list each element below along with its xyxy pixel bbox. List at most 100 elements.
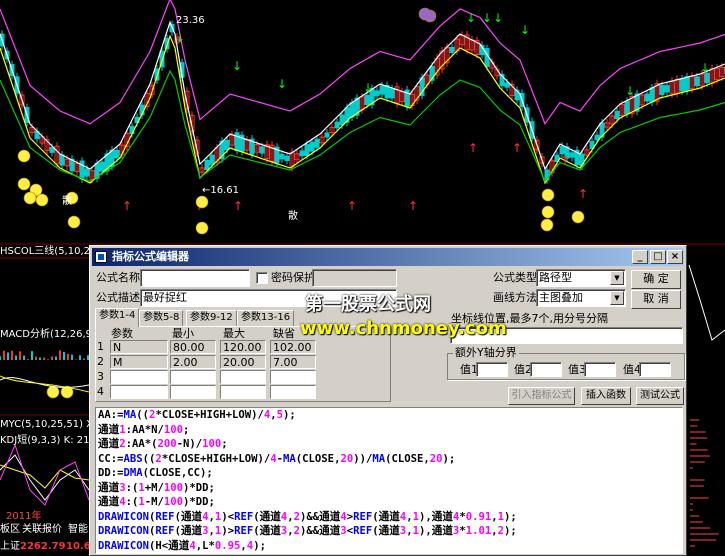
bottom-tab-bar: 板区 关联报价 智能 (0, 523, 92, 538)
candle-body (659, 85, 665, 95)
candle-body (304, 144, 310, 156)
formula-name-label: 公式名称 (96, 271, 140, 284)
kdj-j-line (0, 443, 90, 506)
param-row-index: 3 (97, 370, 104, 383)
sell-arrow-icon: ↓ (482, 11, 492, 25)
formula-type-select[interactable]: 路径型 ▼ (536, 269, 626, 287)
sell-arrow-icon: ↓ (520, 23, 530, 37)
candle-body (649, 87, 655, 103)
param-name-field[interactable] (110, 370, 168, 384)
candle-body (99, 161, 105, 172)
smiley-icon (17, 149, 31, 163)
candle-body (84, 168, 90, 177)
candle-body (364, 94, 370, 106)
test-formula-button[interactable]: 测试公式 (636, 387, 684, 405)
candle-body (449, 46, 455, 54)
sell-arrow-icon: ↓ (232, 59, 242, 73)
code-line: DRAWICON(H<通道4&&通道2<通道4,L*0.9,5); (96, 553, 682, 554)
code-line: CC:=ABS((2*CLOSE+HIGH+LOW)/4-MA(CLOSE,20… (98, 452, 456, 465)
sell-arrow-icon: ↓ (493, 11, 503, 25)
code-line: AA:=MA((2*CLOSE+HIGH+LOW)/4,5); (98, 409, 296, 421)
maximize-icon[interactable]: □ (650, 250, 666, 264)
param-max-field[interactable] (220, 370, 266, 384)
candle-body (644, 93, 650, 102)
sell-arrow-icon: ↓ (277, 77, 287, 91)
smiley-icon (541, 205, 555, 219)
param-header-min: 最小 (172, 327, 194, 340)
param-min-field[interactable]: 80.00 (170, 340, 216, 354)
param-name-field[interactable] (110, 385, 168, 399)
close-icon[interactable]: × (667, 250, 683, 264)
code-line: DD:=DMA(CLOSE,CC); (98, 467, 213, 479)
extra-y-value-input[interactable] (530, 362, 562, 377)
param-min-field[interactable]: 2.00 (170, 355, 216, 369)
insert-function-button[interactable]: 插入函数 (581, 387, 631, 405)
tab-params-9-12[interactable]: 参数9-12 (186, 310, 237, 326)
sell-marker-text: 散 (62, 196, 72, 207)
middle-line (0, 20, 725, 171)
index-value: 2262.79 (20, 541, 66, 552)
myc-indicator-label: MYC(5,10,25,51) X1 (0, 419, 100, 430)
param-default-field[interactable] (270, 385, 316, 399)
password-checkbox[interactable] (256, 272, 268, 284)
import-formula-button[interactable]: 引入指标公式 (508, 387, 575, 405)
app-icon (95, 251, 107, 263)
smiley-icon (35, 193, 49, 207)
tab-params-5-8[interactable]: 参数5-8 (139, 310, 184, 326)
param-row-index: 4 (97, 385, 104, 398)
dialog-title: 指标公式编辑器 (112, 250, 189, 263)
param-default-field[interactable] (270, 370, 316, 384)
param-max-field[interactable] (220, 385, 266, 399)
sell-arrow-icon: ↓ (700, 61, 710, 75)
bottom-tab[interactable]: 智能 (68, 524, 88, 536)
param-row-index: 2 (97, 355, 104, 368)
candle-body (694, 76, 700, 87)
tab-params-1-4[interactable]: 参数1-4 (95, 308, 140, 327)
cancel-button[interactable]: 取 消 (631, 290, 681, 309)
smiley-icon (195, 221, 209, 235)
candle-body (224, 139, 230, 151)
bottom-tab[interactable]: 板区 (0, 524, 20, 536)
extra-y-value-input[interactable] (476, 362, 508, 377)
buy-arrow-icon: ↑ (512, 141, 522, 155)
tab-params-13-16[interactable]: 参数13-16 (237, 310, 295, 326)
param-min-field[interactable] (170, 370, 216, 384)
candle-body (679, 78, 685, 92)
formula-name-input[interactable]: CS 自制 (140, 269, 250, 287)
candle-body (284, 155, 290, 161)
candle-body (59, 154, 65, 166)
extra-y-group-label: 额外Y轴分界 (453, 346, 519, 360)
index-quote: 上证 2262.79 10.63 (0, 540, 98, 556)
candle-body (504, 82, 510, 88)
candle-body (684, 76, 690, 92)
param-name-field[interactable]: N (110, 340, 168, 354)
minimize-icon[interactable]: _ (632, 250, 648, 264)
candle-body (314, 138, 320, 148)
param-default-field[interactable]: 102.00 (270, 340, 316, 354)
buy-arrow-icon: ↑ (347, 199, 357, 213)
buy-arrow-icon: ↑ (233, 199, 243, 213)
bottom-tab[interactable]: 关联报价 (22, 524, 62, 536)
smiley-icon (418, 7, 432, 21)
candle-body (309, 141, 315, 152)
sell-marker-text: 散 (288, 211, 298, 222)
smiley-icon (541, 188, 555, 202)
param-min-field[interactable] (170, 385, 216, 399)
candle-body (594, 134, 600, 141)
formula-code-editor[interactable]: AA:=MA((2*CLOSE+HIGH+LOW)/4,5); 通道1:AA*N/… (95, 407, 683, 554)
param-default-field[interactable]: 7.00 (270, 355, 316, 369)
param-max-field[interactable]: 120.00 (220, 340, 266, 354)
extra-y-value-input[interactable] (584, 362, 616, 377)
buy-arrow-icon: ↑ (560, 153, 570, 167)
main-indicator-label: HSCOL三线(5,10,25) (0, 246, 101, 257)
dialog-titlebar[interactable]: 指标公式编辑器 _ □ × (92, 248, 684, 266)
draw-method-select[interactable]: 主图叠加 ▼ (536, 289, 626, 307)
param-max-field[interactable]: 20.00 (220, 355, 266, 369)
candle-body (379, 85, 385, 95)
chevron-down-icon[interactable]: ▼ (610, 271, 624, 285)
param-name-field[interactable]: M (110, 355, 168, 369)
confirm-button[interactable]: 确 定 (631, 270, 681, 289)
candle-body (334, 121, 340, 129)
chevron-down-icon[interactable]: ▼ (610, 291, 624, 305)
extra-y-value-input[interactable] (639, 362, 671, 377)
